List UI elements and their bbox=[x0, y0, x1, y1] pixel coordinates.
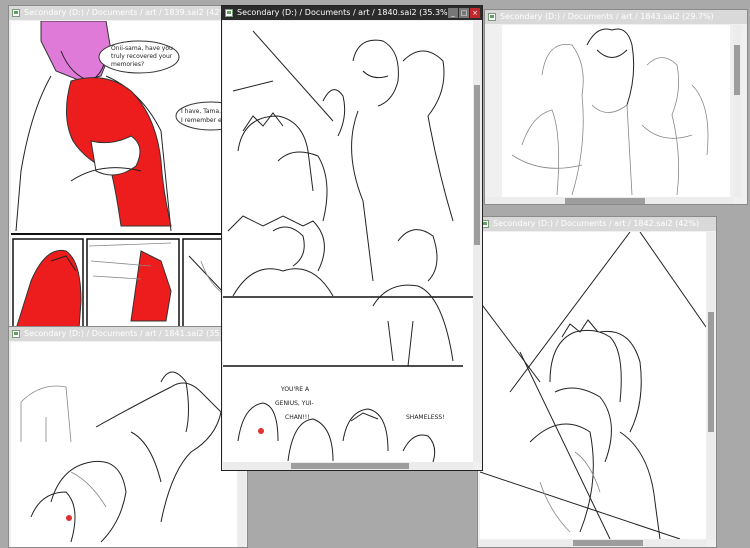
window-1843-title: Secondary (D:) / Documents / art / 1843.… bbox=[500, 12, 714, 21]
document-icon bbox=[12, 330, 20, 338]
bubble1-line3: memories? bbox=[111, 61, 144, 68]
maximize-button[interactable]: □ bbox=[459, 8, 469, 18]
window-1842-vertical-thumb[interactable] bbox=[708, 312, 714, 432]
artwork-1843 bbox=[511, 28, 709, 196]
window-1841-title: Secondary (D:) / Documents / art / 1841.… bbox=[24, 329, 238, 338]
window-1840-horizontal-scrollbar[interactable] bbox=[223, 462, 473, 470]
artwork-1842 bbox=[480, 232, 706, 539]
window-1839-titlebar[interactable]: Secondary (D:) / Documents / art / 1839.… bbox=[9, 6, 243, 20]
canvas-1843[interactable] bbox=[502, 25, 730, 197]
bubble2-line1: I have, Tama. bbox=[181, 108, 221, 115]
shout2: SHAMELESS! bbox=[406, 414, 445, 421]
document-icon bbox=[12, 9, 20, 17]
window-1843-vertical-scrollbar[interactable] bbox=[733, 25, 741, 197]
window-1840[interactable]: Secondary (D:) / Documents / art / 1840.… bbox=[221, 5, 483, 471]
window-1842-title: Secondary (D:) / Documents / art / 1842.… bbox=[493, 219, 700, 228]
minimize-button[interactable]: _ bbox=[448, 8, 458, 18]
canvas-1840[interactable]: YOU'RE A GENIUS, YUI- CHAN!!! SHAMELESS! bbox=[223, 21, 473, 462]
close-button[interactable]: × bbox=[470, 8, 480, 18]
document-icon bbox=[225, 9, 233, 17]
window-1840-controls: _ □ × bbox=[448, 8, 480, 18]
document-icon bbox=[488, 13, 496, 21]
window-1842[interactable]: Secondary (D:) / Documents / art / 1842.… bbox=[477, 216, 717, 548]
canvas-1841[interactable] bbox=[11, 342, 237, 547]
canvas-1839[interactable]: Onii-sama, have you truly recovered your… bbox=[11, 21, 243, 334]
window-1843-vertical-thumb[interactable] bbox=[734, 45, 740, 95]
window-1841[interactable]: Secondary (D:) / Documents / art / 1841.… bbox=[8, 326, 248, 548]
bubble1-line2: truly recovered your bbox=[111, 53, 173, 60]
window-1842-titlebar[interactable]: Secondary (D:) / Documents / art / 1842.… bbox=[478, 217, 716, 231]
artwork-1841 bbox=[20, 371, 222, 543]
window-1840-titlebar[interactable]: Secondary (D:) / Documents / art / 1840.… bbox=[222, 6, 482, 20]
window-1841-titlebar[interactable]: Secondary (D:) / Documents / art / 1841.… bbox=[9, 327, 247, 341]
artwork-1840: YOU'RE A GENIUS, YUI- CHAN!!! SHAMELESS! bbox=[223, 30, 473, 462]
window-1840-title: Secondary (D:) / Documents / art / 1840.… bbox=[237, 8, 451, 17]
shout1-line1: YOU'RE A bbox=[280, 386, 310, 393]
canvas-1842[interactable] bbox=[480, 232, 706, 539]
shout1-line2: GENIUS, YUI- bbox=[275, 400, 314, 407]
shout1-line3: CHAN!!! bbox=[285, 414, 310, 421]
window-1840-vertical-thumb[interactable] bbox=[474, 85, 480, 245]
window-1842-vertical-scrollbar[interactable] bbox=[707, 232, 715, 539]
window-1843-titlebar[interactable]: Secondary (D:) / Documents / art / 1843.… bbox=[485, 10, 747, 24]
window-1840-vertical-scrollbar[interactable] bbox=[473, 21, 481, 462]
window-1842-horizontal-scrollbar[interactable] bbox=[478, 539, 707, 547]
window-1839[interactable]: Secondary (D:) / Documents / art / 1839.… bbox=[8, 5, 244, 335]
window-1842-horizontal-thumb[interactable] bbox=[573, 540, 643, 546]
artwork-1839: Onii-sama, have you truly recovered your… bbox=[11, 21, 243, 330]
window-1843[interactable]: Secondary (D:) / Documents / art / 1843.… bbox=[484, 9, 748, 205]
window-1840-horizontal-thumb[interactable] bbox=[291, 463, 409, 469]
window-1843-horizontal-thumb[interactable] bbox=[565, 198, 645, 204]
window-1839-title: Secondary (D:) / Documents / art / 1839.… bbox=[24, 8, 231, 17]
window-1843-horizontal-scrollbar[interactable] bbox=[485, 197, 733, 204]
bubble1-line1: Onii-sama, have you bbox=[111, 45, 173, 52]
